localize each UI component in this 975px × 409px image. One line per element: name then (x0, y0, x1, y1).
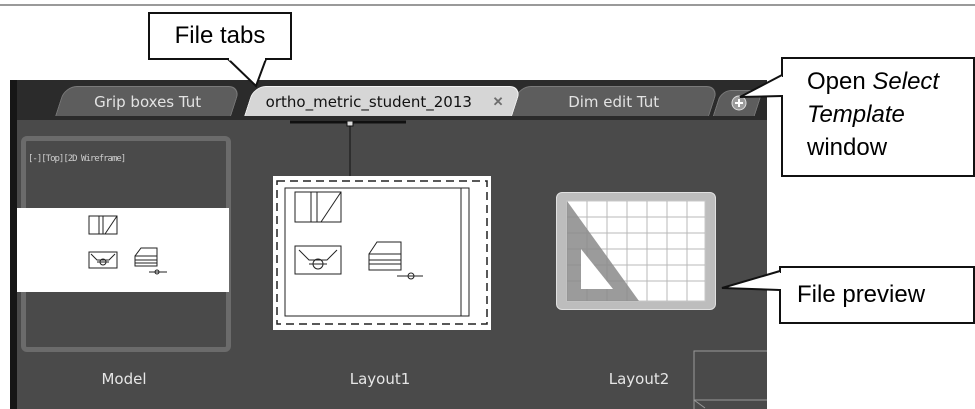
file-tab-bar: Grip boxes Tut Dim edit Tut ortho_metric… (17, 80, 767, 120)
layout1-preview[interactable] (273, 176, 491, 330)
file-preview-area: [-][Top][2D Wireframe] Model Layout1 Lay… (17, 120, 767, 409)
tab-label: Dim edit Tut (568, 93, 660, 111)
layout2-preview[interactable] (556, 192, 716, 310)
new-tab-button[interactable] (712, 90, 764, 116)
callout-text: File preview (797, 281, 926, 308)
window-corner-panel (693, 350, 767, 409)
preview-label-model: Model (101, 370, 147, 388)
preview-label-layout1: Layout1 (349, 370, 411, 388)
model-drawing-icon (88, 215, 167, 275)
preview-label-layout2: Layout2 (608, 370, 670, 388)
window-left-edge (10, 80, 17, 409)
callout-open-select-template: Open Select Template window (781, 57, 975, 177)
tab-label: Grip boxes Tut (94, 93, 202, 111)
page-top-rule (0, 4, 975, 6)
file-tab-dim-edit[interactable]: Dim edit Tut (509, 86, 719, 116)
viewport-caption: [-][Top][2D Wireframe] (28, 154, 126, 164)
file-tab-grip-boxes[interactable]: Grip boxes Tut (55, 86, 241, 116)
callout-text: window (807, 134, 888, 161)
close-icon[interactable]: ✕ (493, 94, 504, 110)
callout-file-preview: File preview (779, 266, 975, 324)
layout1-sheet-icon (276, 180, 488, 325)
callout-text-italic: Select (872, 68, 940, 95)
callout-text: Open (807, 68, 866, 95)
drawing-tabs-panel: Grip boxes Tut Dim edit Tut ortho_metric… (10, 80, 767, 409)
callout-text: File tabs (174, 22, 266, 49)
tab-label: ortho_metric_student_2013 (265, 93, 472, 111)
plus-circle-icon (731, 95, 747, 111)
template-grid-triangle-icon (566, 200, 706, 302)
file-tab-ortho-metric[interactable]: ortho_metric_student_2013 ✕ (244, 86, 522, 116)
callout-text-italic: Template (807, 101, 905, 128)
layout1-connector (290, 120, 406, 178)
model-thumbnail (17, 208, 229, 292)
callout-file-tabs: File tabs (148, 12, 292, 60)
